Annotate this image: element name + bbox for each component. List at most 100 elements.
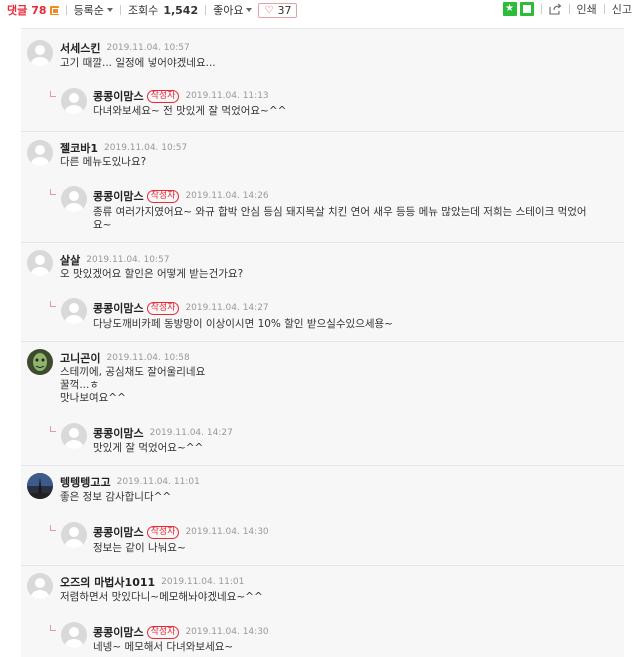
likes-count: 37 <box>277 3 292 17</box>
comment-text: 오 맛있겠어요 할인은 어떻게 받는건가요? <box>60 268 244 280</box>
reply-date: 2019.11.04. 14:27 <box>185 303 269 313</box>
divider <box>568 4 570 14</box>
avatar[interactable] <box>61 622 87 648</box>
divider <box>65 5 67 15</box>
avatar[interactable] <box>61 423 87 449</box>
comment-header: 텡텡텡고고 2019.11.04. 11:01 <box>60 474 200 490</box>
avatar[interactable] <box>61 522 87 548</box>
views: 조회수 1,542 <box>128 2 198 18</box>
comment-author[interactable]: 텡텡텡고고 <box>60 474 111 490</box>
comment-date: 2019.11.04. 11:01 <box>161 577 245 587</box>
avatar[interactable] <box>61 186 87 212</box>
avatar[interactable] <box>27 473 53 499</box>
comment-author[interactable]: 살살 <box>60 252 80 268</box>
reply-header: 콩콩이맘스 작성자 2019.11.04. 14:26 <box>93 188 269 204</box>
comment-header: 살살 2019.11.04. 10:57 <box>60 252 169 268</box>
comment-author[interactable]: 고니곤이 <box>60 350 100 366</box>
star-icon[interactable]: ★ <box>502 2 517 16</box>
reply-arrow-icon <box>50 426 56 432</box>
comment-header: 젤코바1 2019.11.04. 10:57 <box>60 140 187 156</box>
divider <box>21 131 624 132</box>
comment-list: 서세스킨 2019.11.04. 10:57 고기 때깔... 일정에 넣어야겠… <box>21 28 624 657</box>
divider <box>21 341 624 342</box>
reply-author[interactable]: 콩콩이맘스 <box>93 300 144 316</box>
avatar[interactable] <box>61 88 87 114</box>
sort-label: 등록순 <box>73 4 104 17</box>
caret-down-icon <box>106 8 113 12</box>
comments-count[interactable]: 78 <box>31 4 46 17</box>
comment-header: 서세스킨 2019.11.04. 10:57 <box>60 40 190 56</box>
reply-date: 2019.11.04. 14:30 <box>185 527 269 537</box>
reply-arrow-icon <box>50 625 56 631</box>
comment-author[interactable]: 젤코바1 <box>60 140 98 156</box>
divider <box>21 565 624 566</box>
sort-dropdown[interactable]: 등록순 <box>74 2 113 18</box>
comment-toolbar: 댓글 78 등록순 조회수 1,542 좋아요 ♡ 37 ★ 인쇄 신고 <box>0 0 640 18</box>
share-icon[interactable] <box>548 3 562 15</box>
reply-arrow-icon <box>50 525 56 531</box>
divider <box>205 5 207 15</box>
reply-text: 네넹~ 메모해서 다녀와보세요~ <box>93 641 234 653</box>
reply-author[interactable]: 콩콩이맘스 <box>93 624 144 640</box>
reply-author[interactable]: 콩콩이맘스 <box>93 188 144 204</box>
reply-header: 콩콩이맘스 작성자 2019.11.04. 14:30 <box>93 524 269 540</box>
comment-date: 2019.11.04. 10:57 <box>86 255 170 265</box>
author-badge: 작성자 <box>146 189 180 203</box>
comment-text: 고기 때깔... 일정에 넣어야겠네요... <box>60 57 216 69</box>
comment-author[interactable]: 오즈의 마법사1011 <box>60 574 155 590</box>
caret-down-icon <box>246 8 253 12</box>
author-badge: 작성자 <box>146 525 180 539</box>
comment-header: 고니곤이 2019.11.04. 10:58 <box>60 350 190 366</box>
divider <box>21 242 624 243</box>
square-icon[interactable] <box>519 2 534 16</box>
comment-text: 저렴하면서 맛있다니~메모해놔야겠네요~^^ <box>60 591 263 603</box>
reply-text: 종류 여러가지였어요~ 와규 합박 안심 등심 돼지목살 치킨 연어 새우 등등… <box>93 206 587 231</box>
reply-header: 콩콩이맘스 2019.11.04. 14:27 <box>93 425 233 441</box>
like-button[interactable]: ♡ 37 <box>258 2 298 18</box>
author-badge: 작성자 <box>146 301 180 315</box>
comment-date: 2019.11.04. 11:01 <box>116 477 200 487</box>
reply-date: 2019.11.04. 11:13 <box>185 91 269 101</box>
comment-text: 스테끼에, 공심채도 잘어울리네요 꿀꺽...ㅎ 맛나보여요^^ <box>60 366 206 404</box>
reply-date: 2019.11.04. 14:26 <box>185 191 269 201</box>
views-count: 1,542 <box>163 3 199 17</box>
divider <box>603 4 605 14</box>
reply-text: 다낭도깨비카페 동방망이 이상이시면 10% 할인 받으실수있으세용~ <box>93 318 393 330</box>
comment-text: 다른 메뉴도있나요? <box>60 156 147 168</box>
comment-badge-icon <box>49 5 59 15</box>
avatar[interactable] <box>27 250 53 276</box>
print-link[interactable]: 인쇄 <box>577 1 597 17</box>
likes-dropdown[interactable]: 좋아요 <box>213 2 253 18</box>
comment-author[interactable]: 서세스킨 <box>60 40 100 56</box>
reply-author[interactable]: 콩콩이맘스 <box>93 425 144 441</box>
reply-header: 콩콩이맘스 작성자 2019.11.04. 14:30 <box>93 624 269 640</box>
reply-arrow-icon <box>50 189 56 195</box>
comment-text: 좋은 정보 감사합니다^^ <box>60 491 172 503</box>
toolbar-right: ★ 인쇄 신고 <box>500 1 632 17</box>
reply-author[interactable]: 콩콩이맘스 <box>93 524 144 540</box>
likes-label: 좋아요 <box>213 4 244 17</box>
reply-header: 콩콩이맘스 작성자 2019.11.04. 11:13 <box>93 88 269 104</box>
reply-text: 다녀와보세요~ 전 맛있게 잘 먹었어요~^^ <box>93 105 287 117</box>
heart-icon: ♡ <box>264 4 274 16</box>
divider <box>540 4 542 14</box>
toolbar-left: 댓글 78 등록순 조회수 1,542 좋아요 ♡ 37 <box>7 2 298 18</box>
reply-date: 2019.11.04. 14:27 <box>149 428 233 438</box>
views-label: 조회수 <box>127 4 159 17</box>
report-link[interactable]: 신고 <box>612 1 632 17</box>
avatar[interactable] <box>27 349 53 375</box>
comment-header: 오즈의 마법사1011 2019.11.04. 11:01 <box>60 574 244 590</box>
author-badge: 작성자 <box>146 89 180 103</box>
reply-author[interactable]: 콩콩이맘스 <box>93 88 144 104</box>
divider <box>21 465 624 466</box>
avatar[interactable] <box>27 140 53 166</box>
comment-date: 2019.11.04. 10:58 <box>106 353 190 363</box>
reply-date: 2019.11.04. 14:30 <box>185 627 269 637</box>
avatar[interactable] <box>27 573 53 599</box>
avatar[interactable] <box>27 40 53 66</box>
comment-date: 2019.11.04. 10:57 <box>104 143 188 153</box>
divider <box>119 5 121 15</box>
reply-arrow-icon <box>50 301 56 307</box>
avatar[interactable] <box>61 298 87 324</box>
comments-label[interactable]: 댓글 <box>7 2 27 18</box>
